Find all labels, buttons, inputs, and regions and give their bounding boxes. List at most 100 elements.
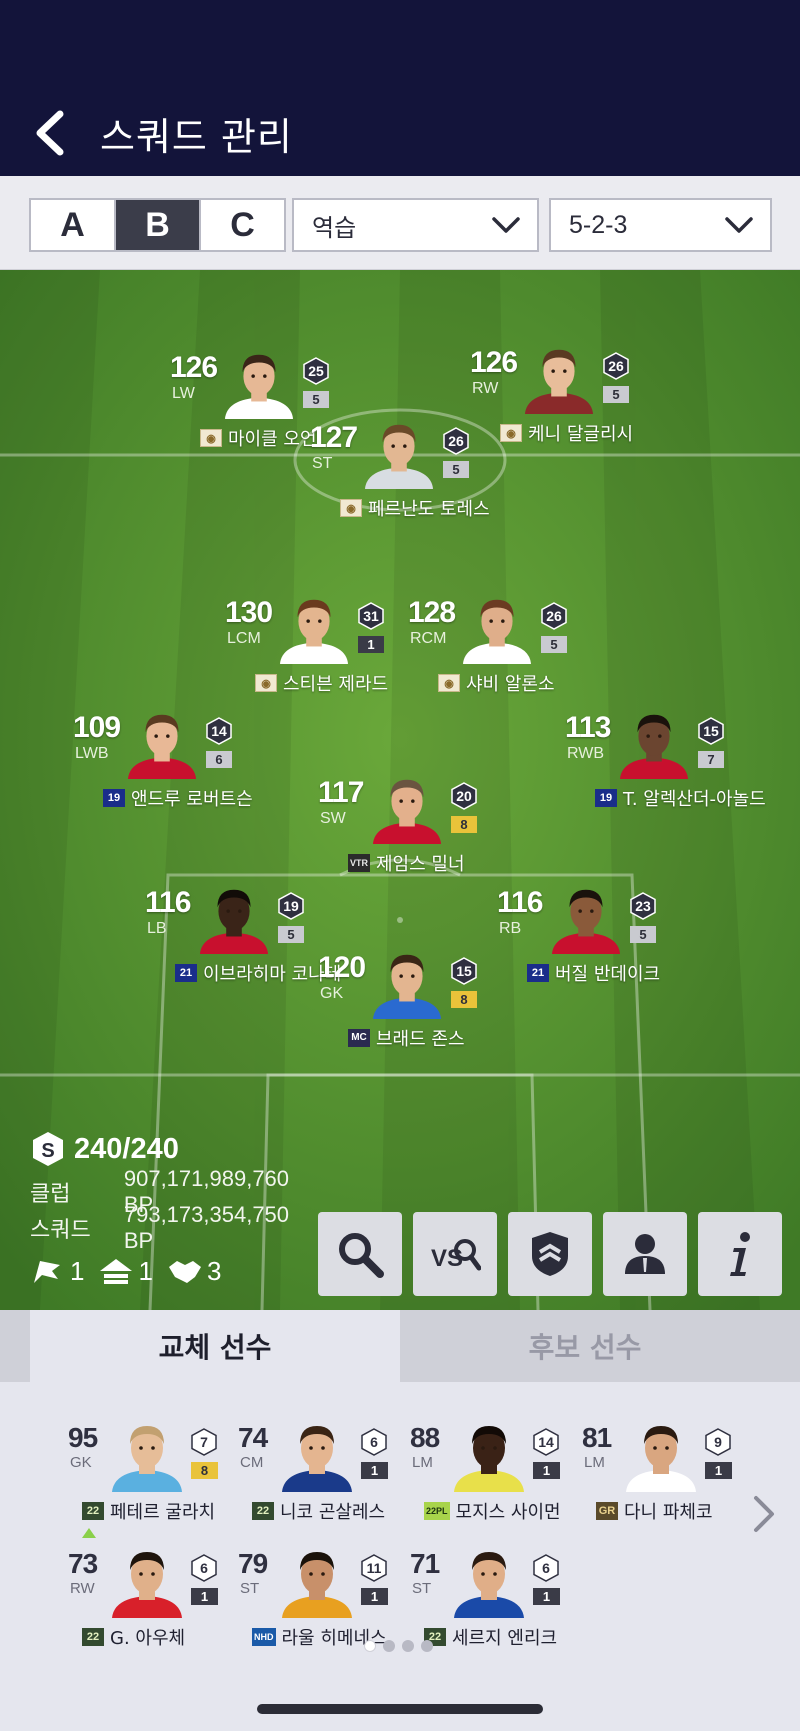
formation-dropdown[interactable]: 5-2-3 bbox=[549, 198, 772, 252]
enhancement-badge: 6 bbox=[190, 1554, 218, 1582]
enhancement-badge: 6 bbox=[360, 1428, 388, 1456]
pitch-player[interactable]: 127 ST 26 5 ◉ 페르난도 토레스 bbox=[310, 415, 510, 525]
handshake-icon bbox=[168, 1261, 201, 1283]
team-color-button[interactable] bbox=[508, 1212, 592, 1296]
tactic-dropdown[interactable]: 역습 bbox=[292, 198, 539, 252]
level-tag: 7 bbox=[698, 751, 724, 768]
tab-reserves[interactable]: 후보 선수 bbox=[400, 1310, 770, 1382]
search-icon bbox=[339, 1233, 384, 1278]
player-portrait bbox=[624, 1416, 698, 1492]
vs-search-icon: VS bbox=[431, 1239, 481, 1272]
player-rating: 113 bbox=[565, 711, 611, 744]
tab-substitutes[interactable]: 교체 선수 bbox=[30, 1310, 400, 1382]
player-name: 샤비 알론소 bbox=[466, 674, 555, 695]
page-dot[interactable] bbox=[383, 1640, 395, 1652]
player-portrait bbox=[222, 345, 296, 419]
substitute-player[interactable]: 81 LM 9 1 GR 다니 파체코 bbox=[582, 1416, 752, 1531]
chevron-right-icon[interactable] bbox=[748, 1492, 778, 1536]
player-name-row: ◉ 마이클 오언 bbox=[200, 427, 317, 450]
pitch-player[interactable]: 116 RB 23 5 21 버질 반데이크 bbox=[497, 880, 697, 990]
player-name-row: ◉ 샤비 알론소 bbox=[438, 672, 555, 695]
svg-text:S: S bbox=[41, 1140, 54, 1162]
season-icon: 21 bbox=[527, 964, 549, 982]
player-position: LWB bbox=[75, 745, 109, 762]
substitute-player[interactable]: 73 RW 6 1 22 G. 아우체 bbox=[68, 1528, 238, 1657]
pitch-player[interactable]: 117 SW 20 8 VTR 제임스 밀너 bbox=[318, 770, 518, 880]
info-button[interactable] bbox=[698, 1212, 782, 1296]
substitute-player[interactable]: 88 LM 14 1 22PL 모지스 사이먼 bbox=[410, 1416, 580, 1531]
season-icon: 21 bbox=[175, 964, 197, 982]
pitch-player[interactable]: 130 LCM 31 1 ◉ 스티븐 제라드 bbox=[225, 590, 425, 700]
level-up-icon bbox=[100, 1259, 133, 1284]
player-name: 페르난도 토레스 bbox=[368, 499, 490, 520]
player-name-row: MC 브래드 존스 bbox=[348, 1027, 465, 1050]
player-rating: 126 bbox=[470, 346, 518, 379]
search-button[interactable] bbox=[318, 1212, 402, 1296]
svg-text:31: 31 bbox=[363, 608, 379, 624]
enhancement-badge: 14 bbox=[205, 717, 233, 745]
season-icon: 22PL bbox=[424, 1502, 450, 1520]
player-portrait bbox=[452, 1542, 526, 1618]
pitch-player[interactable]: 116 LB 19 5 21 이브라히마 코나테 bbox=[145, 880, 345, 990]
season-icon: GR bbox=[596, 1502, 618, 1520]
page-dot[interactable] bbox=[421, 1640, 433, 1652]
player-position: RWB bbox=[567, 745, 605, 762]
level-tag: 1 bbox=[533, 1588, 560, 1605]
player-portrait bbox=[280, 1416, 354, 1492]
pitch-player[interactable]: 128 RCM 26 5 ◉ 샤비 알론소 bbox=[408, 590, 608, 700]
season-icon: 22 bbox=[82, 1502, 104, 1520]
player-name-row: ◉ 스티븐 제라드 bbox=[255, 672, 388, 695]
player-name-row: 22 G. 아우체 bbox=[82, 1626, 185, 1649]
squad-tab-a[interactable]: A bbox=[31, 200, 116, 250]
level-tag: 5 bbox=[603, 386, 629, 403]
manager-button[interactable] bbox=[603, 1212, 687, 1296]
player-portrait bbox=[370, 770, 444, 844]
level-tag: 1 bbox=[705, 1462, 732, 1479]
svg-text:14: 14 bbox=[538, 1434, 554, 1450]
player-name: 앤드루 로버트슨 bbox=[131, 789, 253, 810]
player-name: 다니 파체코 bbox=[624, 1502, 713, 1523]
page-dot[interactable] bbox=[402, 1640, 414, 1652]
substitute-player[interactable]: 74 CM 6 1 22 니코 곤살레스 bbox=[238, 1416, 408, 1531]
level-tag: 5 bbox=[630, 926, 656, 943]
svg-text:6: 6 bbox=[370, 1434, 378, 1450]
player-name: 페테르 굴라치 bbox=[110, 1502, 216, 1523]
level-tag: 5 bbox=[303, 391, 329, 408]
enhancement-badge: 31 bbox=[357, 602, 385, 630]
enhancement-badge: 26 bbox=[540, 602, 568, 630]
player-name: 모지스 사이먼 bbox=[455, 1502, 561, 1523]
club-label: 클럽 bbox=[30, 1182, 71, 1207]
player-position: GK bbox=[320, 985, 344, 1002]
enhancement-badge: 7 bbox=[190, 1428, 218, 1456]
compare-button[interactable]: VS bbox=[413, 1212, 497, 1296]
enhancement-badge: 25 bbox=[302, 357, 330, 385]
season-icon: 19 bbox=[595, 789, 617, 807]
player-portrait bbox=[277, 590, 351, 664]
pitch-player[interactable]: 120 GK 15 8 MC 브래드 존스 bbox=[318, 945, 518, 1055]
enhancement-badge: 11 bbox=[360, 1554, 388, 1582]
chemistry-row: 1 1 3 bbox=[30, 1254, 320, 1288]
player-position: RW bbox=[70, 1580, 95, 1597]
pitch-player[interactable]: 109 LWB 14 6 19 앤드루 로버트슨 bbox=[73, 705, 273, 815]
player-name-row: 21 이브라히마 코나테 bbox=[175, 962, 341, 985]
player-position: LM bbox=[412, 1454, 433, 1471]
season-icon: ◉ bbox=[255, 674, 277, 692]
season-icon: 22 bbox=[252, 1502, 274, 1520]
squad-stats: S 240/240 클럽 907,171,989,760 BP 스쿼드 793,… bbox=[30, 1128, 320, 1288]
back-button[interactable] bbox=[30, 108, 70, 158]
svg-text:26: 26 bbox=[546, 608, 562, 624]
substitute-player[interactable]: 95 GK 7 8 22 페테르 굴라치 bbox=[68, 1416, 238, 1531]
player-portrait bbox=[197, 880, 271, 954]
player-position: RCM bbox=[410, 630, 447, 647]
squad-tab-c[interactable]: C bbox=[201, 200, 284, 250]
app-header: 스쿼드 관리 bbox=[0, 0, 800, 176]
player-rating: 79 bbox=[238, 1548, 268, 1579]
player-rating: 88 bbox=[410, 1422, 440, 1453]
player-rating: 95 bbox=[68, 1422, 98, 1453]
pitch-player[interactable]: 113 RWB 15 7 19 T. 알렉산더-아놀드 bbox=[565, 705, 766, 815]
form-up-icon bbox=[82, 1528, 96, 1538]
svg-text:19: 19 bbox=[283, 898, 299, 914]
squad-tab-b[interactable]: B bbox=[116, 200, 201, 250]
home-indicator[interactable] bbox=[257, 1704, 543, 1714]
page-dot[interactable] bbox=[364, 1640, 376, 1652]
